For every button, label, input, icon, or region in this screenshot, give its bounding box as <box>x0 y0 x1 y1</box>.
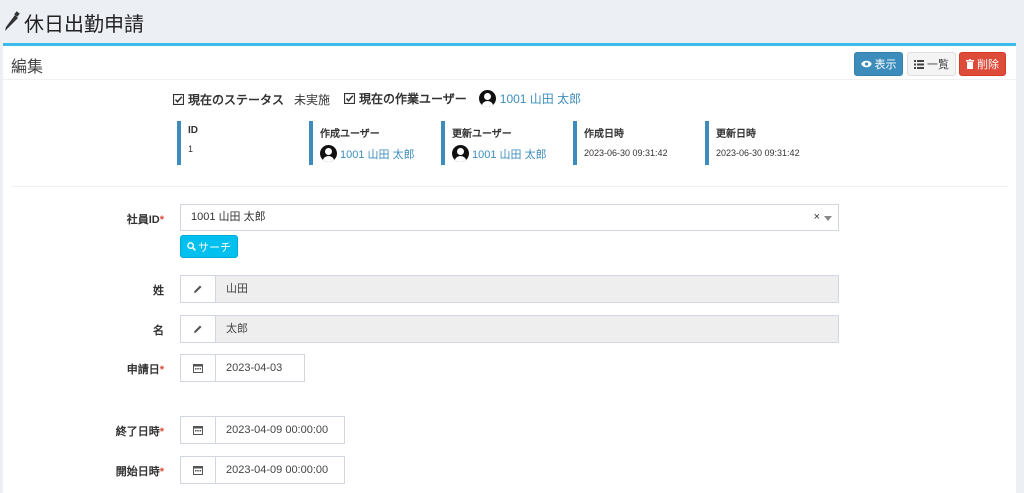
employee-id-label: 社員ID* <box>126 214 164 226</box>
calendar-icon[interactable] <box>180 456 216 484</box>
clear-icon[interactable]: × <box>814 205 820 230</box>
apply-date-group: 2023-04-03 <box>180 354 305 382</box>
user-avatar-icon <box>478 90 496 107</box>
start-datetime-group: 2023-04-09 00:00:00 <box>180 456 345 484</box>
meta-id-label: ID <box>188 125 198 136</box>
apply-date-input[interactable]: 2023-04-03 <box>216 354 305 382</box>
calendar-icon[interactable] <box>180 416 216 444</box>
meta-created-at: 作成日時 2023-06-30 09:31:42 <box>573 121 668 165</box>
current-worker: 現在の作業ユーザー 1001 山田 太郎 <box>344 90 581 107</box>
meta-updated-at-value: 2023-06-30 09:31:42 <box>716 148 800 158</box>
first-name-group: 太郎 <box>180 315 839 343</box>
list-button[interactable]: 一覧 <box>907 52 956 76</box>
meta-updated-by-label: 更新ユーザー <box>452 129 512 140</box>
current-worker-link[interactable]: 1001 山田 太郎 <box>500 90 581 107</box>
list-icon <box>914 59 924 69</box>
search-button-label: サーチ <box>198 241 231 254</box>
employee-id-value: 1001 山田 太郎 <box>191 211 266 223</box>
current-status-label: 現在のステータス <box>188 93 285 107</box>
page-title: 休日出勤申請 <box>24 14 144 36</box>
first-name-input[interactable]: 太郎 <box>216 315 839 343</box>
end-datetime-input[interactable]: 2023-04-09 00:00:00 <box>216 416 345 444</box>
pencil-icon <box>180 275 216 303</box>
view-button[interactable]: 表示 <box>854 52 903 76</box>
required-mark: * <box>159 364 164 376</box>
chevron-down-icon[interactable] <box>824 216 832 221</box>
pencil-icon <box>5 11 20 31</box>
end-datetime-label: 終了日時* <box>115 426 164 438</box>
meta-updated-by-link[interactable]: 1001 山田 太郎 <box>472 146 547 162</box>
check-square-icon <box>344 93 355 104</box>
trash-icon <box>966 59 974 69</box>
last-name-input[interactable]: 山田 <box>216 275 839 303</box>
page-header: 休日出勤申請 <box>0 0 1024 44</box>
meta-updated-at: 更新日時 2023-06-30 09:31:42 <box>705 121 800 165</box>
first-name-label: 名 <box>153 325 164 337</box>
meta-created-by-link[interactable]: 1001 山田 太郎 <box>340 146 415 162</box>
start-datetime-input[interactable]: 2023-04-09 00:00:00 <box>216 456 345 484</box>
current-worker-label: 現在の作業ユーザー <box>359 92 467 106</box>
delete-button[interactable]: 削除 <box>959 52 1006 76</box>
view-button-label: 表示 <box>874 59 897 71</box>
meta-updated-by: 更新ユーザー 1001 山田 太郎 <box>441 121 547 165</box>
last-name-group: 山田 <box>180 275 839 303</box>
search-icon <box>187 242 196 251</box>
meta-created-at-label: 作成日時 <box>584 129 624 140</box>
search-button[interactable]: サーチ <box>180 235 238 258</box>
meta-created-by: 作成ユーザー 1001 山田 太郎 <box>309 121 415 165</box>
eye-icon <box>860 60 872 68</box>
edit-box: 編集 表示 一覧 削除 現在のステータス 未実施 現在の作業ユーザー 1001 … <box>3 43 1016 493</box>
meta-id: ID 1 <box>177 121 198 165</box>
section-divider <box>12 186 1009 187</box>
calendar-icon[interactable] <box>180 354 216 382</box>
meta-id-value: 1 <box>188 144 194 154</box>
delete-button-label: 削除 <box>977 59 999 71</box>
box-header-divider <box>3 79 1016 80</box>
user-avatar-icon <box>452 145 469 162</box>
current-status: 現在のステータス 未実施 <box>173 91 330 108</box>
last-name-label: 姓 <box>153 285 164 297</box>
required-mark: * <box>159 426 164 438</box>
meta-created-by-label: 作成ユーザー <box>320 129 380 140</box>
pencil-icon <box>180 315 216 343</box>
current-status-value: 未実施 <box>294 93 331 107</box>
box-title: 編集 <box>11 59 44 76</box>
list-button-label: 一覧 <box>927 59 949 71</box>
required-mark: * <box>159 214 164 226</box>
required-mark: * <box>159 466 164 478</box>
meta-created-at-value: 2023-06-30 09:31:42 <box>584 148 668 158</box>
end-datetime-group: 2023-04-09 00:00:00 <box>180 416 345 444</box>
meta-updated-at-label: 更新日時 <box>716 129 756 140</box>
check-square-icon <box>173 94 184 105</box>
employee-id-select[interactable]: 1001 山田 太郎 × <box>180 204 839 231</box>
start-datetime-label: 開始日時* <box>115 466 164 478</box>
apply-date-label: 申請日* <box>126 364 164 376</box>
user-avatar-icon <box>320 145 337 162</box>
